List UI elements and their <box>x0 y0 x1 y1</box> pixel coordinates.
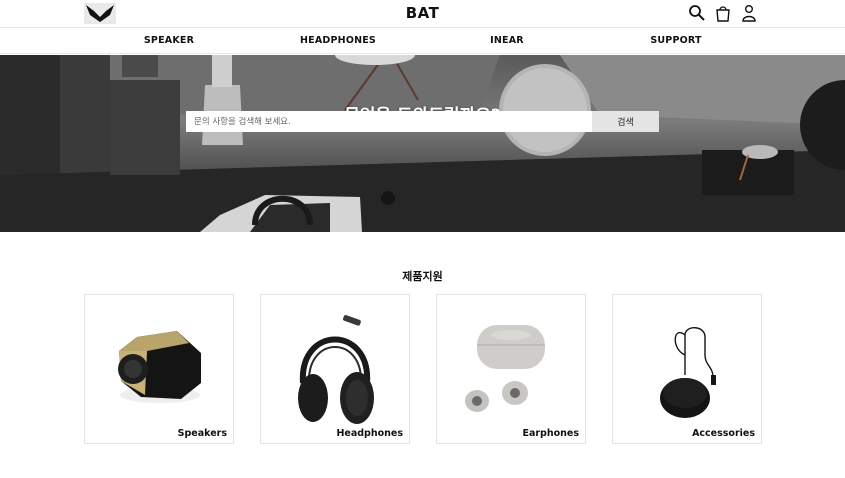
main-nav: SPEAKER HEADPHONES INEAR SUPPORT <box>0 28 845 54</box>
user-icon[interactable] <box>740 4 758 22</box>
hero-background-image <box>0 55 845 232</box>
nav-item-speaker[interactable]: SPEAKER <box>144 35 194 46</box>
product-card-accessories[interactable]: Accessories <box>612 294 762 444</box>
card-label: Headphones <box>336 428 403 439</box>
nav-item-headphones[interactable]: HEADPHONES <box>300 35 376 46</box>
card-label: Earphones <box>522 428 579 439</box>
product-card-headphones[interactable]: Headphones <box>260 294 410 444</box>
card-label: Accessories <box>692 428 755 439</box>
header-actions <box>688 4 758 22</box>
product-card-earphones[interactable]: Earphones <box>436 294 586 444</box>
search-icon[interactable] <box>688 4 706 22</box>
product-card-speakers[interactable]: Speakers <box>84 294 234 444</box>
support-search-input[interactable] <box>186 111 592 132</box>
speaker-icon <box>118 331 201 403</box>
earphones-icon <box>465 325 545 412</box>
search-button[interactable]: 검색 <box>592 111 659 132</box>
headphones-icon <box>298 315 374 424</box>
site-header: BAT <box>0 0 845 28</box>
section-title: 제품지원 <box>402 270 443 283</box>
card-label: Speakers <box>177 428 227 439</box>
nav-item-inear[interactable]: INEAR <box>490 35 524 46</box>
hero-banner: 무엇을 도와드릴까요? <box>0 55 845 232</box>
nav-item-support[interactable]: SUPPORT <box>650 35 701 46</box>
shopping-bag-icon[interactable] <box>714 4 732 22</box>
charging-pad-icon <box>660 327 716 418</box>
